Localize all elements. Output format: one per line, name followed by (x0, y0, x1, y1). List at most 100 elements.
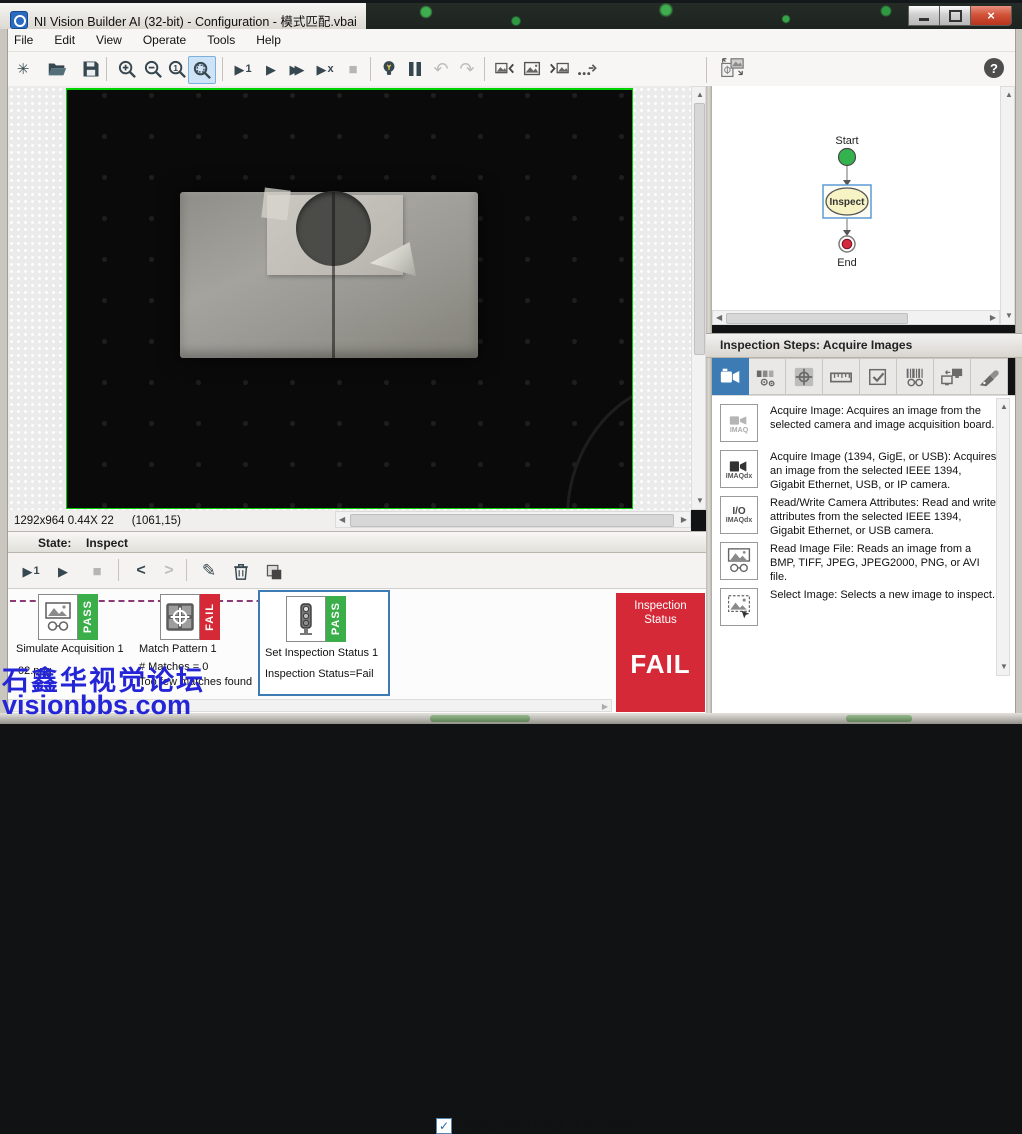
previous-step-button[interactable]: < (128, 558, 154, 584)
image-vertical-scrollbar[interactable]: ▲ ▼ (691, 86, 706, 510)
app-window: NI Vision Builder AI (32-bit) - Configur… (0, 0, 1022, 724)
diagram-vertical-scrollbar[interactable]: ▲ ▼ (1000, 86, 1015, 325)
menu-tools[interactable]: Tools (207, 33, 235, 47)
scroll-down-icon[interactable]: ▼ (1005, 312, 1013, 320)
menu-view[interactable]: View (96, 33, 122, 47)
run-button[interactable]: ▶ (258, 56, 284, 82)
step-simulate-acquisition[interactable]: PASS (38, 594, 98, 640)
run-state-button[interactable]: ▶ (50, 558, 76, 584)
list-item-acquire-image-dx[interactable]: IMAQdx Acquire Image (1394, GigE, or USB… (720, 450, 998, 492)
previous-image-button[interactable] (492, 56, 518, 82)
scrollbar-thumb[interactable] (350, 514, 674, 527)
scroll-left-icon[interactable]: ◀ (716, 314, 722, 322)
tab-measure-features[interactable] (823, 358, 860, 395)
tab-communicate[interactable] (934, 358, 971, 395)
delete-step-button[interactable] (228, 558, 254, 584)
list-item-select-image[interactable]: Select Image: Selects a new image to ins… (720, 588, 998, 626)
check-icon: ✓ (439, 1119, 449, 1133)
open-button[interactable] (44, 56, 70, 82)
tab-additional-tools[interactable] (971, 358, 1008, 395)
redo-button[interactable]: ↷ (454, 56, 480, 82)
monitors-icon (940, 366, 964, 388)
scroll-right-icon[interactable]: ▶ (681, 516, 687, 524)
tab-identify-parts[interactable] (897, 358, 934, 395)
save-button[interactable] (78, 56, 104, 82)
highlight-results-button[interactable] (376, 56, 402, 82)
run-n-times-button[interactable]: ▶x (312, 56, 338, 82)
scrollbar-thumb[interactable] (694, 103, 705, 355)
tab-check-presence[interactable] (860, 358, 897, 395)
display-result-checkbox[interactable]: ✓ (436, 1118, 452, 1134)
scroll-down-icon[interactable]: ▼ (696, 497, 704, 505)
film-gears-icon (755, 366, 779, 388)
scroll-right-icon[interactable]: ▶ (990, 314, 996, 322)
run-n-times-icon: ▶ (316, 63, 326, 76)
next-step-button[interactable]: > (156, 558, 182, 584)
next-image-icon (548, 59, 570, 79)
tab-enhance-images[interactable] (749, 358, 786, 395)
chevron-left-icon: < (136, 562, 145, 580)
run-state-once-button[interactable]: ▶1 (18, 558, 44, 584)
new-inspection-button[interactable]: ✳ (10, 56, 36, 82)
undo-icon: ↶ (433, 60, 448, 78)
menu-edit[interactable]: Edit (54, 33, 75, 47)
scroll-down-icon[interactable]: ▼ (1000, 663, 1008, 671)
undo-button[interactable]: ↶ (428, 56, 454, 82)
image-horizontal-scrollbar[interactable]: ◀ ▶ (335, 511, 691, 528)
edit-step-button[interactable]: ✎ (196, 558, 222, 584)
step-tile[interactable]: PASS (286, 596, 346, 642)
minimize-button[interactable] (908, 6, 940, 26)
trash-icon (232, 562, 250, 581)
menu-file[interactable]: File (14, 33, 33, 47)
list-item-text: Acquire Image (1394, GigE, or USB): Acqu… (770, 450, 998, 492)
stop-button[interactable]: ■ (340, 56, 366, 82)
restore-button[interactable] (940, 6, 971, 26)
folder-icon (46, 58, 68, 80)
camera-image[interactable] (66, 88, 633, 509)
browse-images-button[interactable] (519, 56, 545, 82)
pause-button[interactable] (402, 56, 428, 82)
help-button[interactable]: ? (984, 58, 1004, 78)
list-scrollbar[interactable]: ▲ ▼ (996, 398, 1010, 676)
menu-bar: File Edit View Operate Tools Help (0, 29, 1022, 52)
list-item-acquire-image[interactable]: IMAQ Acquire Image: Acquires an image fr… (720, 404, 998, 442)
step-dots-arrow-icon (575, 59, 597, 79)
list-item-read-image-file[interactable]: Read Image File: Reads an image from a B… (720, 542, 998, 584)
diagram-horizontal-scrollbar[interactable]: ◀ ▶ (712, 310, 1000, 325)
zoom-in-button[interactable] (114, 56, 140, 82)
switch-to-inspection-button[interactable] (716, 56, 748, 82)
next-image-button[interactable] (546, 56, 572, 82)
scroll-up-icon[interactable]: ▲ (1005, 91, 1013, 99)
menu-help[interactable]: Help (256, 33, 281, 47)
run-continuous-button[interactable]: ▶▶ (284, 56, 310, 82)
step-image-button[interactable] (573, 56, 599, 82)
zoom-1to1-button[interactable]: 1 (164, 56, 190, 82)
step-label[interactable]: Simulate Acquisition 1 (16, 643, 124, 655)
state-diagram[interactable]: Start Inspect End (712, 86, 1000, 310)
scroll-right-icon[interactable]: ▶ (602, 703, 608, 711)
imaq-icon: IMAQ (720, 404, 758, 442)
start-node[interactable] (839, 149, 856, 166)
crosshair-icon (793, 366, 815, 388)
list-item-rw-camera-attributes[interactable]: I/O IMAQdx Read/Write Camera Attributes:… (720, 496, 998, 538)
zoom-out-button[interactable] (140, 56, 166, 82)
step-label[interactable]: Match Pattern 1 (139, 643, 217, 655)
step-set-inspection-status-selected[interactable]: PASS Set Inspection Status 1 Inspection … (258, 590, 390, 696)
tab-acquire-images[interactable] (712, 358, 749, 395)
scroll-up-icon[interactable]: ▲ (1000, 403, 1008, 411)
tab-locate-features[interactable] (786, 358, 823, 395)
run-once-button[interactable]: ▶1 (230, 56, 256, 82)
state-value: Inspect (86, 536, 128, 550)
menu-operate[interactable]: Operate (143, 33, 186, 47)
pause-icon (407, 61, 423, 77)
stop-state-button[interactable]: ■ (84, 558, 110, 584)
close-button[interactable]: × (971, 6, 1012, 26)
scrollbar-thumb[interactable] (726, 313, 908, 324)
step-match-pattern[interactable]: FAIL (160, 594, 220, 640)
scroll-left-icon[interactable]: ◀ (339, 516, 345, 524)
fail-badge: FAIL (200, 594, 220, 640)
zoom-to-fit-button[interactable] (188, 56, 216, 84)
copy-roi-button[interactable] (260, 558, 286, 584)
title-bar[interactable]: NI Vision Builder AI (32-bit) - Configur… (0, 3, 1022, 30)
scroll-up-icon[interactable]: ▲ (696, 91, 704, 99)
